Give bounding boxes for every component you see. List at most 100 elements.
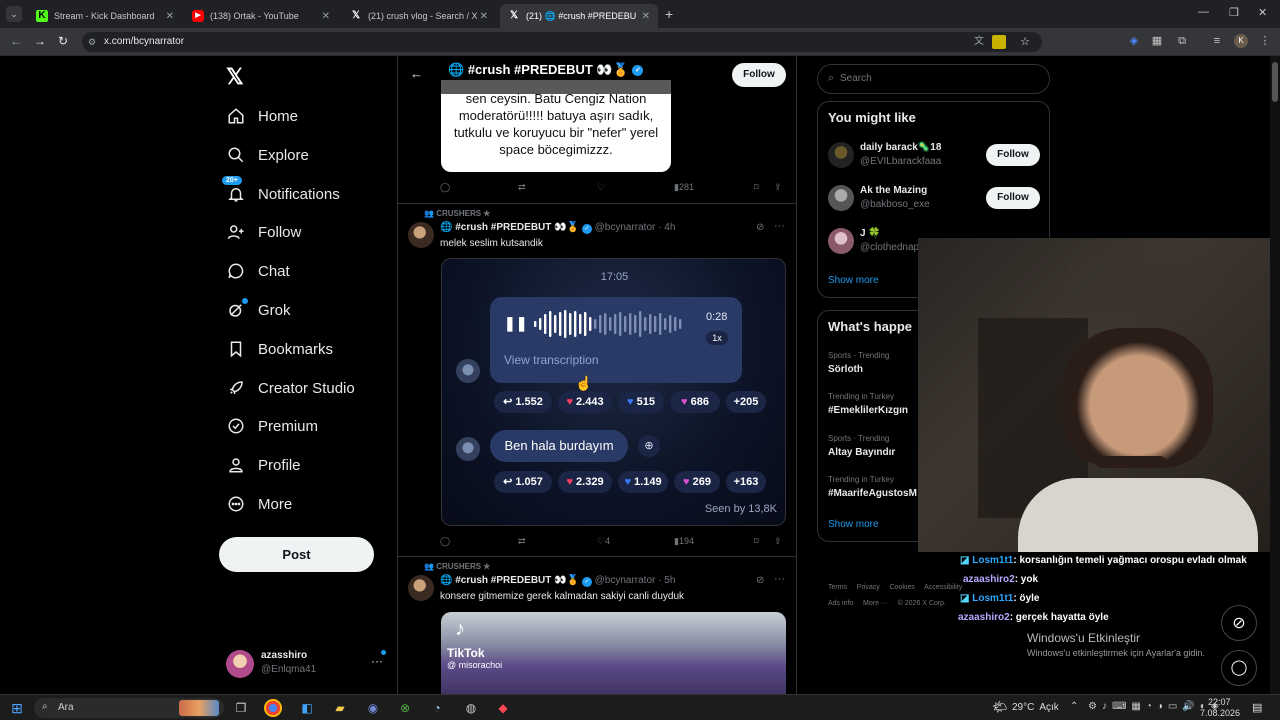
sidebar-item-explore[interactable]: Explore — [226, 140, 309, 170]
obs-icon[interactable]: ◍ — [462, 699, 480, 717]
retweet-icon[interactable]: ⇄ — [518, 536, 526, 547]
reaction-heart[interactable]: ♥ 2.443 — [558, 391, 612, 413]
footer-link[interactable]: Cookies — [889, 584, 914, 591]
taskbar-date[interactable]: 7.08.2026 — [1200, 708, 1240, 718]
avatar[interactable] — [408, 575, 434, 601]
trend-item[interactable]: Sörloth — [828, 364, 863, 375]
restore-icon[interactable]: ❐ — [1229, 6, 1239, 19]
like-icon[interactable]: ♡ 4 — [597, 536, 610, 547]
minimize-icon[interactable]: — — [1198, 6, 1209, 18]
more-dots-icon[interactable]: ··· — [371, 654, 383, 668]
footer-link[interactable]: Privacy — [857, 584, 880, 591]
sidebar-item-notifications[interactable]: 20+ Notifications — [222, 176, 340, 209]
discord-icon[interactable]: ◉ — [364, 699, 382, 717]
follow-button[interactable]: Follow — [732, 63, 786, 87]
profile-avatar[interactable]: K — [1234, 34, 1248, 48]
extension-icon[interactable]: ◈ — [1127, 34, 1141, 48]
reaction-blue-heart[interactable]: ♥ 515 — [618, 391, 664, 413]
forward-icon[interactable]: → — [34, 34, 46, 48]
tab-close-icon[interactable]: ✕ — [322, 11, 330, 22]
puzzle-icon[interactable]: ⧉ — [1175, 34, 1189, 48]
tab-x-profile[interactable]: 𝕏 (21) 🌐 #crush #PREDEBUT 👀 ✕ — [500, 4, 658, 28]
like-icon[interactable]: ♡ — [597, 182, 605, 193]
footer-link[interactable]: Terms — [828, 584, 847, 591]
follow-button[interactable]: Follow — [986, 187, 1040, 209]
steam-icon[interactable]: ◔ — [428, 699, 446, 717]
reaction-blue-heart[interactable]: ♥ 1.149 — [618, 471, 668, 493]
new-tab-icon[interactable]: + — [665, 6, 673, 22]
grok-analyze-icon[interactable]: ⊘ — [756, 222, 764, 233]
valorant-icon[interactable]: ◆ — [494, 699, 512, 717]
sidebar-item-grok[interactable]: Grok — [226, 295, 291, 325]
x-logo-icon[interactable]: 𝕏 — [226, 64, 244, 90]
footer-link[interactable]: Ads info — [828, 600, 853, 607]
sidebar-item-premium[interactable]: Premium — [226, 411, 318, 441]
pause-icon[interactable]: ❚❚ — [504, 315, 527, 332]
reaction-purple-heart[interactable]: ♥ 269 — [674, 471, 720, 493]
tweet-author[interactable]: 🌐 #crush #PREDEBUT 👀🏅 ✓ @bcynarrator · 5… — [440, 575, 675, 587]
tab-close-icon[interactable]: ✕ — [642, 11, 650, 22]
reaction-reply[interactable]: ↩ 1.552 — [494, 391, 552, 413]
messages-float-button[interactable]: ◯ — [1221, 650, 1257, 686]
suggestion-item[interactable]: J 🍀 @clothednap — [828, 226, 918, 260]
show-more-link[interactable]: Show more — [828, 275, 879, 286]
bookmark-icon[interactable]: ⌑ — [754, 536, 759, 547]
notification-center-icon[interactable]: ▤ — [1252, 701, 1262, 714]
sidebar-item-home[interactable]: Home — [226, 101, 298, 131]
vscode-icon[interactable]: ◧ — [298, 699, 316, 717]
show-more-link[interactable]: Show more — [828, 519, 879, 530]
share-icon[interactable]: ⇪ — [774, 182, 782, 193]
tweet-author[interactable]: 🌐 #crush #PREDEBUT 👀🏅 ✓ @bcynarrator · 4… — [440, 222, 675, 234]
weather-text[interactable]: 29°C Açık — [1012, 702, 1059, 713]
task-view-icon[interactable]: ❐ — [232, 699, 250, 717]
trend-item[interactable]: Altay Bayındır — [828, 447, 895, 458]
close-window-icon[interactable]: ✕ — [1258, 6, 1267, 19]
reload-icon[interactable]: ↻ — [58, 34, 68, 48]
extension-active-icon[interactable] — [992, 35, 1006, 49]
tab-kick[interactable]: K Stream - Kick Dashboard ✕ — [28, 4, 182, 28]
avatar[interactable] — [408, 222, 434, 248]
view-transcription-link[interactable]: View transcription — [504, 353, 599, 367]
file-explorer-icon[interactable]: ▰ — [331, 699, 349, 717]
reply-icon[interactable]: ◯ — [440, 536, 450, 547]
add-reaction-icon[interactable]: ⊕ — [638, 435, 660, 457]
suggestion-item[interactable]: daily barack🦠18 @EVILbarackfaaa Follow — [828, 140, 1043, 174]
tweet-media[interactable]: 17:05 ❚❚ 0:28 1x View transcription ↩ 1.… — [441, 258, 786, 526]
url-field[interactable]: ⚙ x.com/bcynarrator 文 ☆ — [82, 32, 1042, 52]
taskbar-time[interactable]: 22:07 — [1208, 697, 1231, 707]
scrollbar-thumb[interactable] — [1272, 62, 1278, 102]
sidebar-item-profile[interactable]: Profile — [226, 450, 301, 480]
share-icon[interactable]: ⇪ — [774, 536, 782, 547]
sidebar-item-more[interactable]: More — [226, 489, 292, 519]
windows-start-icon[interactable]: ⊞ — [8, 699, 26, 717]
views-icon[interactable]: ▮ 281 — [674, 182, 694, 193]
tab-search-icon[interactable]: ⌄ — [6, 6, 22, 22]
trend-item[interactable]: #EmeklilerKızgın — [828, 405, 908, 416]
grok-float-button[interactable]: ⊘ — [1221, 605, 1257, 641]
reaction-reply[interactable]: ↩ 1.057 — [494, 471, 552, 493]
grok-analyze-icon[interactable]: ⊘ — [756, 575, 764, 586]
reply-icon[interactable]: ◯ — [440, 182, 450, 193]
footer-link[interactable]: More ··· — [863, 600, 888, 607]
follow-button[interactable]: Follow — [986, 144, 1040, 166]
reaction-heart[interactable]: ♥ 2.329 — [558, 471, 612, 493]
chrome-icon[interactable] — [264, 699, 282, 717]
tab-close-icon[interactable]: ✕ — [166, 11, 174, 22]
views-icon[interactable]: ▮ 194 — [674, 536, 694, 547]
bookmark-icon[interactable]: ⌑ — [754, 182, 759, 193]
account-switcher[interactable]: azasshiro @Enlqma41 ··· — [226, 648, 391, 682]
menu-icon[interactable]: ⋮ — [1258, 34, 1272, 48]
xbox-icon[interactable]: ⊗ — [396, 699, 414, 717]
site-info-icon[interactable]: ⚙ — [88, 32, 96, 52]
more-options-icon[interactable]: ··· — [774, 220, 785, 232]
reaction-more[interactable]: +163 — [726, 471, 766, 493]
sidebar-item-follow[interactable]: Follow — [226, 217, 301, 247]
search-input[interactable]: ⌕ Search — [817, 64, 1050, 94]
tray-chevron-icon[interactable]: ⌃ — [1070, 701, 1078, 712]
tab-youtube[interactable]: ▶ (138) Ortak - YouTube ✕ — [184, 4, 338, 28]
translate-icon[interactable]: 文 — [974, 32, 984, 52]
footer-link[interactable]: Accessibility — [924, 584, 962, 591]
reaction-more[interactable]: +205 — [726, 391, 766, 413]
trend-item[interactable]: #MaarifeAgustosM — [828, 488, 917, 499]
back-icon[interactable]: ← — [10, 34, 22, 48]
